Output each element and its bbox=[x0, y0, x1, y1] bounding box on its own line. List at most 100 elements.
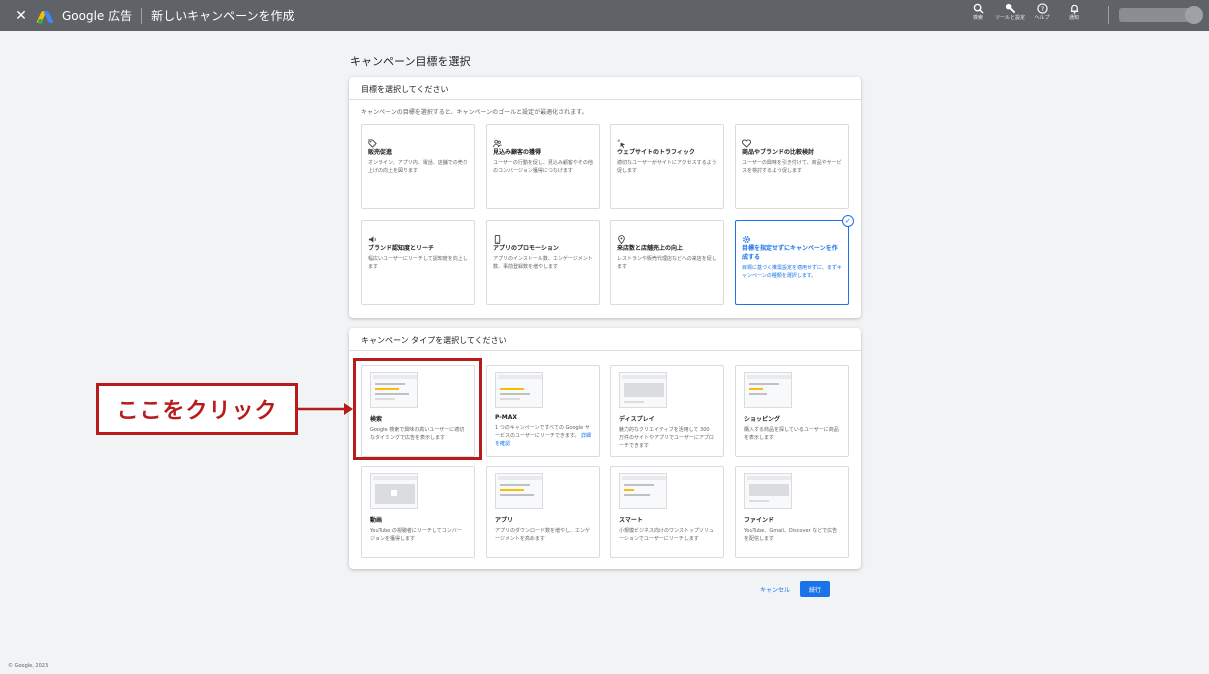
goal-card-description: 目標に基づく推奨設定を適用せずに、まずキャンペーンの種類を選択します。 bbox=[742, 265, 842, 279]
search-button[interactable]: 検索 bbox=[962, 0, 994, 21]
type-card-pmax[interactable]: P-MAX 1 つのキャンペーンですべての Google サービスのユーザーにリ… bbox=[486, 365, 600, 457]
goal-card-description: ユーザーの行動を促し、見込み顧客やその他のコンバージョン獲得につなげます bbox=[493, 160, 593, 174]
goal-panel-header: 目標を選択してください bbox=[349, 77, 861, 100]
cancel-button[interactable]: キャンセル bbox=[760, 585, 790, 594]
type-card-shopping[interactable]: ショッピング 購入する商品を探しているユーザーに商品を表示します bbox=[735, 365, 849, 457]
goal-card-local-store[interactable]: 来店数と店舗売上の向上 レストランや販売代理店などへの来店を促します bbox=[610, 220, 724, 305]
type-card-discovery[interactable]: ファインド YouTube、Gmail、Discover などで広告を配信します bbox=[735, 466, 849, 558]
goal-card-description: オンライン、アプリ内、電話、店舗での売り上げの向上を図ります bbox=[368, 160, 468, 174]
speaker-icon bbox=[368, 229, 377, 243]
cursor-click-icon bbox=[617, 133, 626, 148]
arrow-right-icon bbox=[298, 403, 353, 415]
tool-label: 通知 bbox=[1068, 15, 1079, 21]
goal-panel-description: キャンペーンの目標を選択すると、キャンペーンのゴールと設定が最適化されます。 bbox=[361, 109, 588, 116]
goal-card-title: アプリのプロモーション bbox=[493, 245, 559, 252]
goal-card-sales[interactable]: 販売促進 オンライン、アプリ内、電話、店舗での売り上げの向上を図ります bbox=[361, 124, 475, 209]
goal-panel: 目標を選択してください キャンペーンの目標を選択すると、キャンペーンのゴールと設… bbox=[349, 77, 861, 318]
shopping-preview-icon bbox=[744, 372, 792, 408]
goal-card-description: レストランや販売代理店などへの来店を促します bbox=[617, 256, 717, 270]
goal-card-app-promotion[interactable]: アプリのプロモーション アプリのインストール数、エンゲージメント数、事前登録数を… bbox=[486, 220, 600, 305]
page-title: 新しいキャンペーンを作成 bbox=[151, 9, 295, 23]
toolbar: 検索 ツールと設定 ? ヘルプ 通知 bbox=[962, 0, 1209, 31]
tool-label: 検索 bbox=[972, 15, 983, 21]
display-preview-icon bbox=[619, 372, 667, 408]
type-card-description: 購入する商品を探しているユーザーに商品を表示します bbox=[744, 427, 839, 441]
goal-card-description: 適切なユーザーがサイトにアクセスするよう促します bbox=[617, 160, 717, 174]
phone-icon bbox=[493, 229, 502, 244]
type-card-title: アプリ bbox=[495, 517, 514, 524]
goal-card-leads[interactable]: 見込み顧客の獲得 ユーザーの行動を促し、見込み顧客やその他のコンバージョン獲得に… bbox=[486, 124, 600, 209]
video-preview-icon bbox=[370, 473, 418, 509]
goal-card-description: アプリのインストール数、エンゲージメント数、事前登録数を増やします bbox=[493, 256, 593, 270]
campaign-type-panel-header: キャンペーン タイプを選択してください bbox=[349, 328, 861, 351]
type-card-search[interactable]: 検索 Google 検索で興味の高いユーザーに適切なタイミングで広告を表示します bbox=[361, 365, 475, 457]
type-card-description: 1 つのキャンペーンですべての Google サービスのユーザーにリーチできます… bbox=[495, 424, 591, 448]
goal-card-title: 来店数と店舗売上の向上 bbox=[617, 245, 684, 252]
continue-button[interactable]: 続行 bbox=[800, 581, 831, 597]
type-card-title: スマート bbox=[619, 517, 643, 524]
goal-card-description: ユーザーの興味を引き付けて、商品やサービスを検討するよう促します bbox=[742, 160, 842, 174]
type-card-description-text: 1 つのキャンペーンですべての Google サービスのユーザーにリーチできます… bbox=[495, 425, 590, 439]
type-card-title: 検索 bbox=[370, 416, 383, 423]
goal-card-title: 見込み顧客の獲得 bbox=[493, 149, 542, 156]
top-app-bar: ✕ Google 広告 新しいキャンペーンを作成 検索 ツールと設定 ? ヘルプ… bbox=[0, 0, 1209, 31]
goal-card-title: 目標を指定せずにキャンペーンを作成する bbox=[742, 245, 838, 261]
tool-label: ツールと設定 bbox=[994, 15, 1025, 21]
type-card-title: ショッピング bbox=[744, 416, 781, 423]
type-card-display[interactable]: ディスプレイ 魅力的なクリエイティブを活用して 300 万件のサイトやアプリでユ… bbox=[610, 365, 724, 457]
google-ads-logo-icon bbox=[36, 9, 56, 24]
search-icon bbox=[973, 3, 984, 14]
goal-card-traffic[interactable]: ウェブサイトのトラフィック 適切なユーザーがサイトにアクセスするよう促します bbox=[610, 124, 724, 209]
help-button[interactable]: ? ヘルプ bbox=[1026, 0, 1058, 21]
type-card-title: ディスプレイ bbox=[619, 416, 655, 423]
account-switcher[interactable] bbox=[1119, 6, 1203, 24]
copyright: © Google, 2023 bbox=[8, 663, 49, 669]
heart-icon bbox=[742, 133, 751, 148]
svg-text:?: ? bbox=[1040, 5, 1043, 13]
goal-card-title: ウェブサイトのトラフィック bbox=[617, 149, 695, 156]
annotation-callout: ここをクリック bbox=[96, 383, 298, 435]
type-card-title: P-MAX bbox=[495, 414, 518, 421]
pmax-preview-icon bbox=[495, 372, 543, 408]
section-heading: キャンペーン目標を選択 bbox=[350, 55, 471, 68]
type-card-description: YouTube、Gmail、Discover などで広告を配信します bbox=[744, 528, 838, 542]
gear-icon bbox=[742, 229, 751, 243]
goal-card-consideration[interactable]: 商品やブランドの比較検討 ユーザーの興味を引き付けて、商品やサービスを検討するよ… bbox=[735, 124, 849, 209]
goal-card-title: 商品やブランドの比較検討 bbox=[742, 149, 815, 156]
notifications-button[interactable]: 通知 bbox=[1058, 0, 1090, 21]
type-card-title: ファインド bbox=[744, 517, 775, 524]
type-card-description: 小規模ビジネス向けのワンストップソリューションでユーザーにリーチします bbox=[619, 528, 714, 542]
divider bbox=[141, 7, 143, 24]
people-icon bbox=[493, 133, 502, 148]
type-card-video[interactable]: 動画 YouTube の視聴者にリーチしてコンバージョンを獲得します bbox=[361, 466, 475, 558]
location-pin-icon bbox=[617, 229, 626, 245]
tools-settings-button[interactable]: ツールと設定 bbox=[994, 0, 1026, 21]
goal-card-description: 幅広いユーザーにリーチして認知度を向上します bbox=[368, 256, 468, 270]
type-card-description: Google 検索で興味の高いユーザーに適切なタイミングで広告を表示します bbox=[370, 427, 465, 441]
divider bbox=[1108, 6, 1109, 24]
wrench-icon bbox=[1005, 3, 1015, 14]
type-card-app[interactable]: アプリ アプリのダウンロード数を増やし、エンゲージメントを高めます bbox=[486, 466, 600, 558]
close-icon[interactable]: ✕ bbox=[10, 8, 32, 24]
smart-preview-icon bbox=[619, 473, 667, 509]
goal-card-no-goal[interactable]: ✓ 目標を指定せずにキャンペーンを作成する 目標に基づく推奨設定を適用せずに、ま… bbox=[735, 215, 854, 305]
search-preview-icon bbox=[370, 372, 418, 408]
campaign-type-panel: キャンペーン タイプを選択してください 検索 Google 検索で興味の高いユー… bbox=[349, 328, 861, 569]
goal-card-title: 販売促進 bbox=[368, 149, 393, 156]
tool-label: ヘルプ bbox=[1034, 15, 1050, 21]
type-card-smart[interactable]: スマート 小規模ビジネス向けのワンストップソリューションでユーザーにリーチします bbox=[610, 466, 724, 558]
brand-name: Google 広告 bbox=[62, 9, 133, 23]
footer-actions: キャンセル 続行 bbox=[760, 581, 831, 597]
type-card-description: 魅力的なクリエイティブを活用して 300 万件のサイトやアプリでユーザーにアプロ… bbox=[619, 427, 714, 449]
discovery-preview-icon bbox=[744, 473, 792, 509]
goal-card-title: ブランド認知度とリーチ bbox=[368, 245, 435, 252]
tag-icon bbox=[368, 133, 377, 148]
type-card-description: アプリのダウンロード数を増やし、エンゲージメントを高めます bbox=[495, 528, 591, 542]
bell-icon bbox=[1070, 4, 1078, 14]
checkmark-icon: ✓ bbox=[842, 215, 854, 227]
app-preview-icon bbox=[495, 473, 543, 509]
type-card-description: YouTube の視聴者にリーチしてコンバージョンを獲得します bbox=[370, 528, 462, 542]
type-card-title: 動画 bbox=[370, 517, 383, 524]
help-icon: ? bbox=[1036, 3, 1048, 14]
goal-card-awareness[interactable]: ブランド認知度とリーチ 幅広いユーザーにリーチして認知度を向上します bbox=[361, 220, 475, 305]
